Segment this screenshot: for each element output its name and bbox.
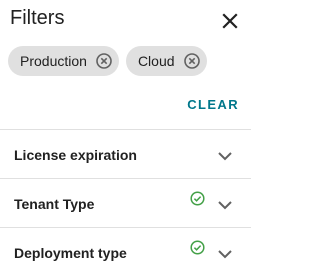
clear-button[interactable]: CLEAR xyxy=(187,97,239,112)
filters-header: Filters xyxy=(0,0,251,40)
remove-chip-icon[interactable] xyxy=(183,52,201,70)
check-circle-icon xyxy=(190,240,205,255)
section-license-expiration[interactable]: License expiration xyxy=(0,130,251,178)
check-circle-icon xyxy=(190,191,205,206)
section-tenant-type[interactable]: Tenant Type xyxy=(0,179,251,227)
filter-sections: License expiration Tenant Type Deploymen… xyxy=(0,129,251,276)
chevron-down-icon[interactable] xyxy=(217,198,233,210)
section-label: License expiration xyxy=(14,147,137,163)
chevron-down-icon[interactable] xyxy=(217,149,233,161)
filter-chip-cloud: Cloud xyxy=(125,46,207,76)
section-deployment-type[interactable]: Deployment type xyxy=(0,228,251,276)
filter-chip-production: Production xyxy=(8,46,119,76)
remove-chip-icon[interactable] xyxy=(95,52,113,70)
close-icon[interactable] xyxy=(221,12,239,30)
chip-label: Production xyxy=(20,53,87,69)
panel-title: Filters xyxy=(10,7,65,29)
active-filter-chips: Production Cloud xyxy=(8,46,207,76)
section-label: Tenant Type xyxy=(14,196,95,212)
chip-label: Cloud xyxy=(137,53,175,69)
chevron-down-icon[interactable] xyxy=(217,247,233,259)
section-label: Deployment type xyxy=(14,245,127,261)
